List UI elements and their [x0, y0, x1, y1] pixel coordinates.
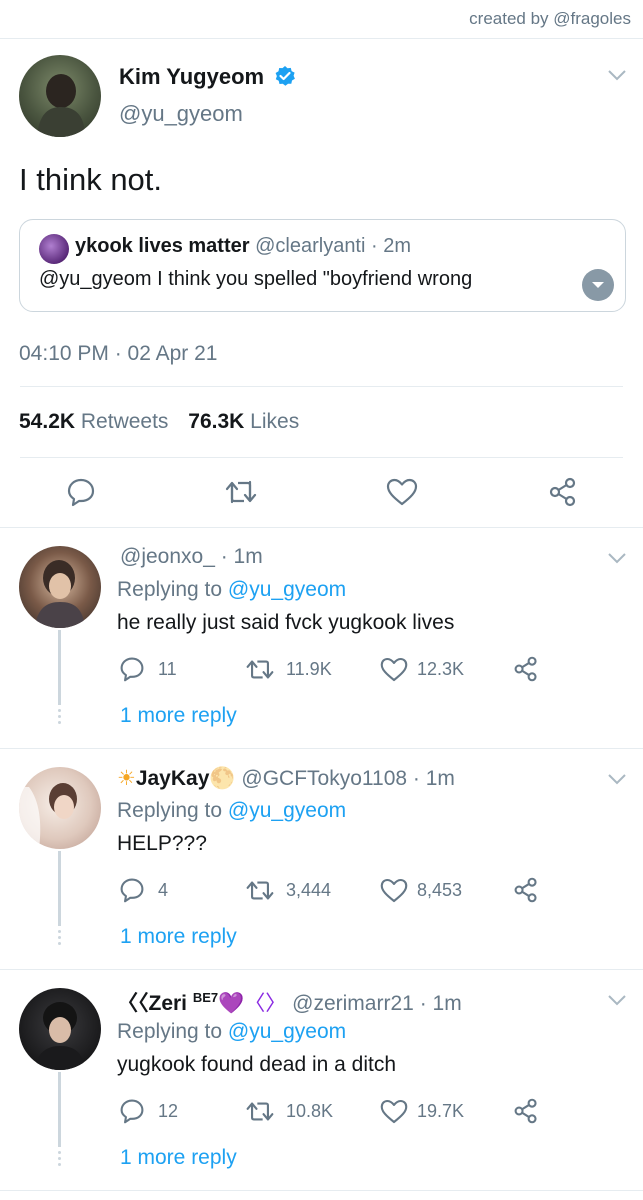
like-count: 19.7K: [417, 1101, 465, 1121]
divider: [0, 1190, 643, 1191]
thread-dots: [58, 927, 61, 948]
retweet-icon[interactable]: [245, 657, 275, 682]
reply-text: yugkook found dead in a ditch: [117, 1053, 397, 1076]
thread-dots: [58, 1148, 61, 1169]
like-heart-icon[interactable]: [386, 478, 418, 506]
reply-time: · 1m: [419, 992, 462, 1015]
reply-header: ☀JayKay🌕 @GCFTokyo1108 · 1m: [117, 766, 455, 791]
retweet-icon[interactable]: [245, 1099, 275, 1124]
reply-handle[interactable]: @GCFTokyo1108: [241, 767, 407, 790]
reply-name[interactable]: Zeri: [149, 992, 188, 1015]
thread-line: [58, 851, 61, 926]
quoted-avatar[interactable]: [39, 234, 69, 264]
reply-avatar[interactable]: [19, 988, 101, 1070]
reply-tweet[interactable]: @jeonxo_ · 1m Replying to @yu_gyeom he r…: [0, 528, 643, 748]
divider: [20, 386, 623, 387]
reply-time: · 1m: [412, 767, 455, 790]
reply-tweet[interactable]: 〈〈Zeri BE7💜〈〉 @zerimarr21 · 1m Replying …: [0, 970, 643, 1190]
thread-line: [58, 1072, 61, 1147]
retweet-icon[interactable]: [245, 878, 275, 903]
retweet-icon[interactable]: [224, 478, 258, 506]
quoted-text: @yu_gyeom I think you spelled "boyfriend…: [39, 268, 473, 290]
reply-handle[interactable]: @jeonxo_: [120, 545, 215, 568]
divider: [0, 38, 643, 39]
like-count: 12.3K: [417, 659, 465, 679]
divider: [20, 457, 623, 458]
retweets-label[interactable]: Retweets: [81, 410, 169, 433]
tweet-stats: 54.2K Retweets 76.3K Likes: [19, 410, 299, 434]
reply-icon[interactable]: [66, 477, 96, 507]
bracket-emoji-icon: 〈〈: [117, 992, 149, 1015]
quoted-author-row: ykook lives matter @clearlyanti · 2m: [75, 235, 411, 258]
reply-count: 12: [158, 1101, 179, 1121]
more-replies-link[interactable]: 1 more reply: [120, 925, 237, 949]
thread-line: [58, 630, 61, 705]
reply-header: 〈〈Zeri BE7💜〈〉 @zerimarr21 · 1m: [117, 987, 462, 1017]
quoted-time: · 2m: [371, 235, 411, 257]
more-replies-link[interactable]: 1 more reply: [120, 704, 237, 728]
like-heart-icon[interactable]: [380, 657, 408, 682]
reply-avatar[interactable]: [19, 767, 101, 849]
reply-avatar[interactable]: [19, 546, 101, 628]
reply-header: @jeonxo_ · 1m: [120, 545, 263, 569]
retweet-count: 3,444: [286, 880, 332, 900]
reply-tweet[interactable]: ☀JayKay🌕 @GCFTokyo1108 · 1m Replying to …: [0, 749, 643, 969]
replying-to-line: Replying to @yu_gyeom: [117, 799, 346, 823]
tweet-text: I think not.: [19, 162, 163, 197]
author-name[interactable]: Kim Yugyeom: [119, 64, 264, 89]
quoted-author-name: ykook lives matter: [75, 235, 250, 257]
creator-credit: created by @fragoles: [469, 9, 631, 28]
author-avatar[interactable]: [19, 55, 101, 137]
quoted-author-handle: @clearlyanti: [255, 235, 366, 257]
retweet-count: 10.8K: [286, 1101, 334, 1121]
author-handle[interactable]: @yu_gyeom: [119, 101, 243, 127]
share-icon[interactable]: [513, 1098, 539, 1124]
chevron-down-icon[interactable]: [607, 69, 627, 81]
replying-to-line: Replying to @yu_gyeom: [117, 578, 346, 602]
likes-count[interactable]: 76.3K: [188, 410, 244, 433]
reply-icon[interactable]: [119, 1098, 145, 1124]
tweet-timestamp[interactable]: 04:10 PM · 02 Apr 21: [19, 342, 217, 366]
expand-chevron-icon[interactable]: [582, 269, 614, 301]
reply-name-superscript: BE7: [192, 990, 219, 1005]
chevron-down-icon[interactable]: [607, 773, 627, 785]
retweets-count[interactable]: 54.2K: [19, 410, 75, 433]
more-replies-link[interactable]: 1 more reply: [120, 1146, 237, 1170]
reply-count: 4: [158, 880, 169, 900]
author-name-row[interactable]: Kim Yugyeom: [119, 64, 296, 90]
moon-emoji-icon: 🌕: [209, 767, 236, 790]
replying-to-prefix: Replying to: [117, 799, 223, 822]
quoted-tweet-card[interactable]: ykook lives matter @clearlyanti · 2m @yu…: [19, 219, 626, 312]
like-count: 8,453: [417, 880, 463, 900]
like-heart-icon[interactable]: [380, 878, 408, 903]
reply-count: 11: [158, 659, 177, 679]
reply-text: he really just said fvck yugkook lives: [117, 611, 455, 634]
replying-to-link[interactable]: @yu_gyeom: [228, 799, 346, 822]
retweet-count: 11.9K: [286, 659, 332, 679]
reply-icon[interactable]: [119, 877, 145, 903]
share-icon[interactable]: [548, 477, 578, 507]
sun-emoji-icon: ☀: [117, 767, 136, 790]
reply-icon[interactable]: [119, 656, 145, 682]
reply-time: · 1m: [220, 545, 263, 568]
replying-to-prefix: Replying to: [117, 1020, 223, 1043]
reply-name[interactable]: JayKay: [136, 767, 210, 790]
share-icon[interactable]: [513, 656, 539, 682]
replying-to-prefix: Replying to: [117, 578, 223, 601]
replying-to-link[interactable]: @yu_gyeom: [228, 578, 346, 601]
chevron-down-icon[interactable]: [607, 552, 627, 564]
thread-dots: [58, 706, 61, 727]
verified-badge-icon: [274, 65, 296, 87]
likes-label[interactable]: Likes: [250, 410, 299, 433]
like-heart-icon[interactable]: [380, 1099, 408, 1124]
replying-to-line: Replying to @yu_gyeom: [117, 1020, 346, 1044]
purple-heart-emoji-icon: 💜〈〉: [218, 992, 287, 1015]
reply-text: HELP???: [117, 832, 207, 855]
share-icon[interactable]: [513, 877, 539, 903]
reply-handle[interactable]: @zerimarr21: [292, 992, 414, 1015]
chevron-down-icon[interactable]: [607, 994, 627, 1006]
replying-to-link[interactable]: @yu_gyeom: [228, 1020, 346, 1043]
